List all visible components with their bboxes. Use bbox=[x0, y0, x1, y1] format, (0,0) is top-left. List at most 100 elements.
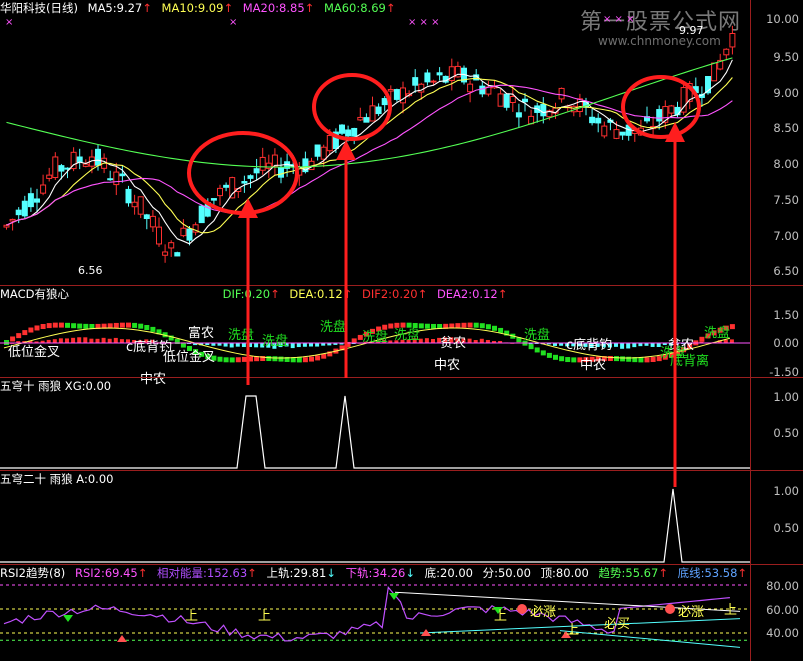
dif-square bbox=[16, 333, 22, 339]
macd-signal-label: c底背钓 bbox=[566, 338, 613, 353]
candlestick bbox=[247, 174, 254, 189]
candlestick bbox=[198, 204, 205, 224]
price-panel: 华阳科技(日线) MA5:9.27↑ MA10:9.09↑ MA20:8.85↑… bbox=[0, 0, 803, 285]
rsi-signal-label: 上 bbox=[566, 623, 580, 638]
candlestick bbox=[40, 174, 47, 196]
dif-square bbox=[455, 323, 461, 329]
dif-square bbox=[498, 327, 504, 333]
a-tick: 1.00 bbox=[773, 484, 799, 498]
macd-bar bbox=[290, 343, 295, 349]
macd-bar bbox=[431, 338, 435, 343]
dif-square bbox=[650, 356, 656, 362]
macd-bar bbox=[729, 339, 734, 343]
dif-square bbox=[485, 324, 491, 330]
candlestick bbox=[619, 131, 626, 140]
candlestick bbox=[143, 213, 150, 230]
candlestick bbox=[131, 194, 138, 215]
rsi-panel: RSI2趋势(8) RSI2:69.45↑ 相对能量:152.63↑ 上轨:29… bbox=[0, 565, 803, 661]
rsi-signal-label: 上 bbox=[258, 609, 272, 624]
candlestick bbox=[296, 162, 303, 186]
dif-square bbox=[431, 323, 436, 329]
macd-bar bbox=[315, 343, 320, 347]
macd-bar bbox=[467, 338, 472, 343]
macd-header: MACD有狼心 DIF:0.20↑ DEA:0.12↑ DIF2:0.20↑ D… bbox=[0, 287, 508, 301]
dif-value: DIF:0.20 bbox=[222, 287, 271, 301]
candlestick bbox=[491, 80, 498, 89]
candlestick bbox=[52, 152, 59, 181]
candlestick bbox=[589, 108, 596, 126]
dif-square bbox=[559, 356, 565, 362]
dif-square bbox=[22, 330, 28, 336]
xg-panel: 五穹十 雨狼 XG:0.00 1.00 0.50 bbox=[0, 378, 803, 470]
candlestick bbox=[631, 130, 638, 142]
dif-square bbox=[119, 322, 125, 328]
rsi2-value: RSI2:69.45 bbox=[74, 566, 138, 580]
candlestick bbox=[180, 219, 187, 238]
candlestick bbox=[314, 144, 321, 161]
lower-rail: 下轨:34.26 bbox=[345, 566, 406, 580]
candlestick bbox=[412, 69, 419, 93]
dea-value: DEA:0.12 bbox=[289, 287, 343, 301]
candlestick bbox=[576, 93, 583, 118]
dif-square bbox=[388, 323, 394, 329]
candlestick bbox=[528, 109, 535, 125]
relative-energy: 相对能量:152.63 bbox=[157, 566, 248, 580]
candlestick bbox=[497, 88, 504, 107]
candlestick bbox=[46, 167, 53, 182]
dif-square bbox=[461, 322, 467, 328]
dif-square bbox=[492, 325, 497, 331]
candlestick bbox=[686, 80, 693, 110]
candlestick bbox=[259, 147, 266, 175]
rsi-tick: 60.00 bbox=[766, 603, 799, 617]
macd-bar bbox=[620, 343, 625, 349]
candlestick bbox=[662, 100, 669, 129]
candlestick bbox=[448, 58, 455, 91]
dif-square bbox=[620, 356, 626, 362]
candlestick bbox=[58, 163, 65, 180]
price-tick: 8.50 bbox=[773, 121, 799, 135]
candlestick bbox=[326, 129, 333, 155]
dif-square bbox=[315, 355, 321, 361]
dif-square bbox=[217, 356, 223, 362]
candlestick bbox=[278, 157, 284, 184]
macd-bar bbox=[248, 343, 252, 348]
macd-bar bbox=[107, 338, 112, 343]
candlestick bbox=[601, 121, 608, 139]
signal-ball-icon bbox=[665, 604, 675, 614]
rsi-signal-label: 上 bbox=[724, 603, 738, 618]
candlestick bbox=[162, 244, 169, 263]
bottom-line: 底:20.00 bbox=[424, 566, 473, 580]
candlestick bbox=[357, 107, 364, 122]
top-line: 顶:80.00 bbox=[540, 566, 589, 580]
dif-square bbox=[144, 325, 150, 331]
xg-tick: 0.50 bbox=[773, 426, 799, 440]
candlestick bbox=[387, 85, 394, 102]
dif-square bbox=[248, 356, 253, 362]
macd-signal-label: 洗盘 bbox=[704, 326, 731, 341]
macd-signal-label: 中农 bbox=[434, 358, 461, 373]
dif-square bbox=[34, 325, 40, 331]
candlestick bbox=[107, 170, 114, 181]
macd-bar bbox=[71, 337, 76, 343]
rsi-tick: 40.00 bbox=[766, 626, 799, 640]
rsi-signal-label: 上 bbox=[185, 609, 199, 624]
candlestick bbox=[637, 119, 644, 136]
macd-bar bbox=[235, 343, 240, 347]
dif-square bbox=[113, 322, 119, 328]
price-tick: 7.50 bbox=[773, 193, 799, 207]
macd-bar bbox=[95, 338, 100, 343]
dif-square bbox=[565, 357, 571, 363]
macd-bar bbox=[309, 343, 313, 347]
dif-square bbox=[77, 323, 83, 329]
price-tick: 10.00 bbox=[766, 12, 799, 26]
macd-bar bbox=[223, 343, 228, 347]
rsi-header: RSI2趋势(8) RSI2:69.45↑ 相对能量:152.63↑ 上轨:29… bbox=[0, 566, 748, 580]
dif-square bbox=[58, 322, 64, 328]
dif-square bbox=[553, 354, 558, 360]
signal-ball-icon bbox=[517, 604, 527, 614]
dif-square bbox=[52, 322, 58, 328]
candlestick bbox=[27, 187, 34, 212]
candlestick bbox=[174, 251, 181, 257]
dif-square bbox=[132, 322, 138, 328]
rsi-signal-label: 必买 bbox=[604, 617, 631, 632]
